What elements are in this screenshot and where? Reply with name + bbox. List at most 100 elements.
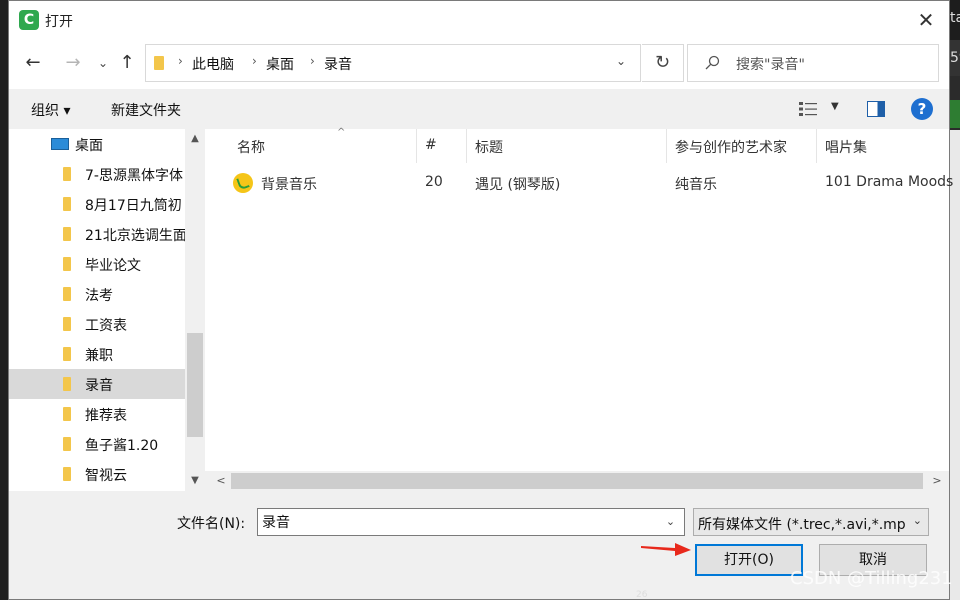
red-arrow-annotation-icon [641, 543, 691, 556]
background-row-number: 26 [636, 590, 648, 600]
sidebar-item[interactable]: 工资表 [9, 309, 185, 339]
background-text-top: ta [950, 10, 960, 26]
filename-history-dropdown[interactable]: ⌄ [657, 509, 684, 535]
command-toolbar: 组织 ▾ 新建文件夹 ▼ ? [9, 89, 949, 129]
sidebar-item-label: 桌面 [75, 138, 103, 154]
new-folder-button[interactable]: 新建文件夹 [111, 100, 181, 120]
column-label: 名称 [237, 140, 265, 156]
sidebar-item-label: 毕业论文 [85, 258, 141, 274]
camtasia-app-icon: C [19, 10, 39, 30]
background-text-mid: 59 [950, 50, 960, 66]
folder-icon [63, 227, 71, 241]
scroll-left-button[interactable]: < [211, 471, 231, 491]
file-row[interactable]: 背景音乐 20 遇见 (钢琴版) 纯音乐 101 Drama Moods [205, 167, 953, 199]
file-artist: 纯音乐 [675, 177, 717, 193]
sidebar-item[interactable]: 智视云 [9, 459, 185, 489]
breadcrumb-separator: › [178, 54, 183, 68]
file-type-value: 所有媒体文件 (*.trec,*.avi,*.mp [698, 517, 906, 533]
sidebar-item-label: 兼职 [85, 348, 113, 364]
sidebar-item[interactable]: 8月17日九筒初 [9, 189, 185, 219]
navigation-pane: 桌面 7-思源黑体字体 8月17日九筒初 21北京选调生面 毕业论文法考工资表兼职录音推… [9, 129, 205, 491]
sidebar-item-label: 7-思源黑体字体 [85, 168, 183, 184]
breadcrumb-this-pc[interactable]: 此电脑 [192, 54, 234, 74]
close-button[interactable]: ✕ [903, 1, 949, 39]
sidebar-item[interactable]: 录音 [9, 369, 185, 399]
sidebar-item[interactable]: 毕业论文 [9, 249, 185, 279]
column-header-name[interactable]: ^ 名称 [229, 127, 417, 163]
column-label: # [425, 137, 437, 153]
search-input[interactable]: 搜索"录音" [687, 44, 939, 82]
breadcrumb-separator[interactable]: › [310, 54, 315, 68]
sort-ascending-icon: ^ [337, 127, 346, 138]
address-history-dropdown[interactable]: ⌄ [616, 54, 626, 68]
sidebar-item[interactable]: 兼职 [9, 339, 185, 369]
recent-locations-dropdown[interactable]: ⌄ [91, 51, 115, 75]
desktop-icon [51, 138, 69, 150]
sidebar-item-label: 21北京选调生面 [85, 228, 185, 244]
column-header-number[interactable]: # [417, 129, 467, 163]
folder-icon [63, 467, 71, 481]
breadcrumb-separator[interactable]: › [252, 54, 257, 68]
folder-icon [63, 197, 71, 211]
sidebar-item-label: 录音 [85, 378, 113, 394]
title-bar: C 打开 ✕ [9, 1, 949, 39]
file-track-number: 20 [425, 174, 443, 190]
sidebar-item[interactable]: 21北京选调生面 [9, 219, 185, 249]
up-button[interactable]: ↑ [115, 51, 139, 75]
preview-pane-icon[interactable] [867, 101, 885, 117]
back-button[interactable]: ← [21, 51, 45, 75]
csdn-watermark: CSDN @Tilling231 [790, 568, 953, 589]
folder-icon [63, 317, 71, 331]
filename-input[interactable] [257, 508, 685, 536]
file-list: ^ 名称 # 标题 参与创作的艺术家 唱片集 背景音乐 20 遇见 (钢琴版) … [205, 127, 953, 491]
navigation-row: ← → ⌄ ↑ › 此电脑 › 桌面 › 录音 ⌄ ↻ 搜索"录音" [9, 39, 949, 89]
open-file-dialog: C 打开 ✕ ← → ⌄ ↑ › 此电脑 › 桌面 › 录音 ⌄ ↻ 搜索"录音… [8, 0, 953, 600]
open-button[interactable]: 打开(O) [695, 544, 803, 576]
sidebar-item-label: 鱼子酱1.20 [85, 438, 159, 454]
sidebar-item[interactable]: 推荐表 [9, 399, 185, 429]
scrollbar-thumb[interactable] [231, 473, 923, 489]
sidebar-item[interactable]: 鱼子酱1.20 [9, 429, 185, 459]
column-label: 参与创作的艺术家 [675, 140, 787, 156]
folder-icon [63, 437, 71, 451]
file-name: 背景音乐 [261, 177, 317, 193]
column-header-artist[interactable]: 参与创作的艺术家 [667, 129, 817, 163]
sidebar-item-label: 智视云 [85, 468, 127, 484]
dialog-title: 打开 [45, 14, 73, 30]
sidebar-item[interactable]: 7-思源黑体字体 [9, 159, 185, 189]
folder-icon [63, 347, 71, 361]
file-album: 101 Drama Moods [825, 174, 954, 190]
scrollbar-thumb[interactable] [187, 333, 203, 437]
refresh-button[interactable]: ↻ [642, 44, 684, 82]
sidebar-item[interactable]: 法考 [9, 279, 185, 309]
view-dropdown-arrow[interactable]: ▼ [831, 101, 839, 112]
scroll-right-button[interactable]: > [927, 471, 947, 491]
column-header-title[interactable]: 标题 [467, 129, 667, 163]
organize-menu[interactable]: 组织 ▾ [31, 100, 70, 120]
sidebar-item-label: 8月17日九筒初 [85, 198, 182, 214]
breadcrumb-recordings[interactable]: 录音 [324, 54, 352, 74]
folder-icon [154, 56, 164, 70]
file-list-hscrollbar[interactable]: < > [205, 471, 949, 491]
breadcrumb-desktop[interactable]: 桌面 [266, 54, 294, 74]
sidebar-item-label: 推荐表 [85, 408, 127, 424]
column-label: 标题 [475, 140, 503, 156]
search-placeholder: 搜索"录音" [736, 57, 805, 73]
view-options-icon[interactable] [799, 101, 817, 117]
sidebar-item[interactable]: 桌面 [9, 129, 185, 159]
scroll-down-button[interactable]: ▼ [185, 471, 205, 491]
folder-icon [63, 407, 71, 421]
folder-icon [63, 287, 71, 301]
column-header-album[interactable]: 唱片集 [817, 129, 949, 163]
folder-icon [63, 257, 71, 271]
address-bar[interactable]: › 此电脑 › 桌面 › 录音 ⌄ [145, 44, 641, 82]
help-icon[interactable]: ? [911, 98, 933, 120]
forward-button[interactable]: → [61, 51, 85, 75]
file-title: 遇见 (钢琴版) [475, 177, 561, 193]
file-type-select[interactable]: 所有媒体文件 (*.trec,*.avi,*.mp ⌄ [693, 508, 929, 536]
scroll-up-button[interactable]: ▲ [185, 129, 205, 149]
navigation-scrollbar[interactable]: ▲ ▼ [185, 129, 205, 491]
sidebar-item-label: 工资表 [85, 318, 127, 334]
search-icon [705, 55, 720, 70]
music-file-icon [233, 173, 253, 193]
